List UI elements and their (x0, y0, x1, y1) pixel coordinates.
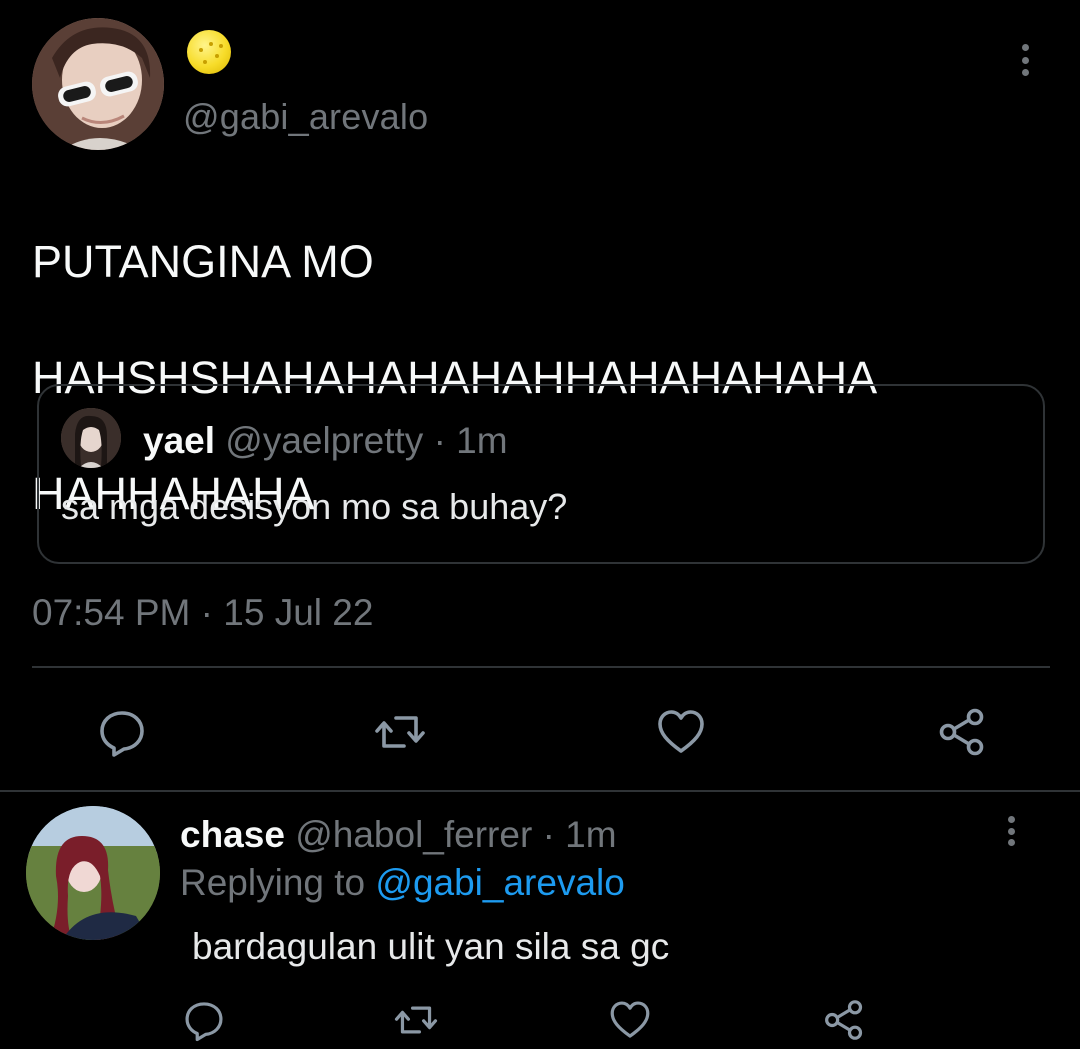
quoted-header: yael @yaelpretty · 1m (143, 420, 508, 462)
quoted-avatar-photo (61, 408, 121, 468)
divider (32, 666, 1050, 668)
quoted-text: sa mga desisyon mo sa buhay? (61, 486, 568, 527)
reply-header: chase @habol_ferrer · 1m (180, 814, 617, 856)
author-handle[interactable]: @gabi_arevalo (183, 96, 428, 138)
timestamp-time: 07:54 PM (32, 592, 191, 633)
replying-to-line: Replying to @gabi_arevalo (180, 862, 625, 904)
tweet-timestamp: 07:54 PM · 15 Jul 22 (32, 592, 373, 634)
quoted-tweet-card[interactable]: yael @yaelpretty · 1m sa mga desisyon mo… (37, 384, 1045, 564)
avatar-photo (32, 18, 164, 150)
share-icon[interactable] (822, 998, 866, 1042)
author-avatar[interactable] (32, 18, 164, 150)
reply-author-name[interactable]: chase (180, 814, 285, 855)
separator-dot: · (200, 592, 213, 633)
reply-icon[interactable] (96, 706, 148, 758)
more-options-icon[interactable] (1000, 814, 1022, 848)
quoted-author-handle: @yaelpretty (225, 420, 424, 461)
reply-avatar-photo (26, 806, 160, 940)
more-options-icon[interactable] (1012, 40, 1038, 80)
reply-tweet[interactable]: chase @habol_ferrer · 1m Replying to @ga… (0, 792, 1080, 1049)
quoted-time: 1m (456, 420, 508, 461)
yellow-round-emoji-icon (187, 30, 231, 74)
reply-author-handle[interactable]: @habol_ferrer (295, 814, 532, 855)
like-icon[interactable] (655, 706, 707, 758)
retweet-icon[interactable] (394, 998, 438, 1042)
separator-dot: · (542, 814, 555, 855)
tweet-text-line: PUTANGINA MO (32, 236, 374, 287)
main-tweet: @gabi_arevalo PUTANGINA MO HAHSHSHAHAHAH… (0, 0, 1080, 790)
separator-dot: · (433, 420, 446, 461)
reply-text: bardagulan ulit yan sila sa gc (192, 926, 670, 967)
reply-time: 1m (565, 814, 617, 855)
quoted-author-name: yael (143, 420, 216, 461)
share-icon[interactable] (936, 706, 988, 758)
replying-to-mention[interactable]: @gabi_arevalo (375, 862, 624, 903)
timestamp-date: 15 Jul 22 (223, 592, 374, 633)
quoted-author-avatar (61, 408, 121, 468)
retweet-icon[interactable] (374, 706, 426, 758)
replying-to-label: Replying to (180, 862, 366, 903)
like-icon[interactable] (608, 998, 652, 1042)
reply-author-avatar[interactable] (26, 806, 160, 940)
reply-icon[interactable] (182, 998, 226, 1042)
